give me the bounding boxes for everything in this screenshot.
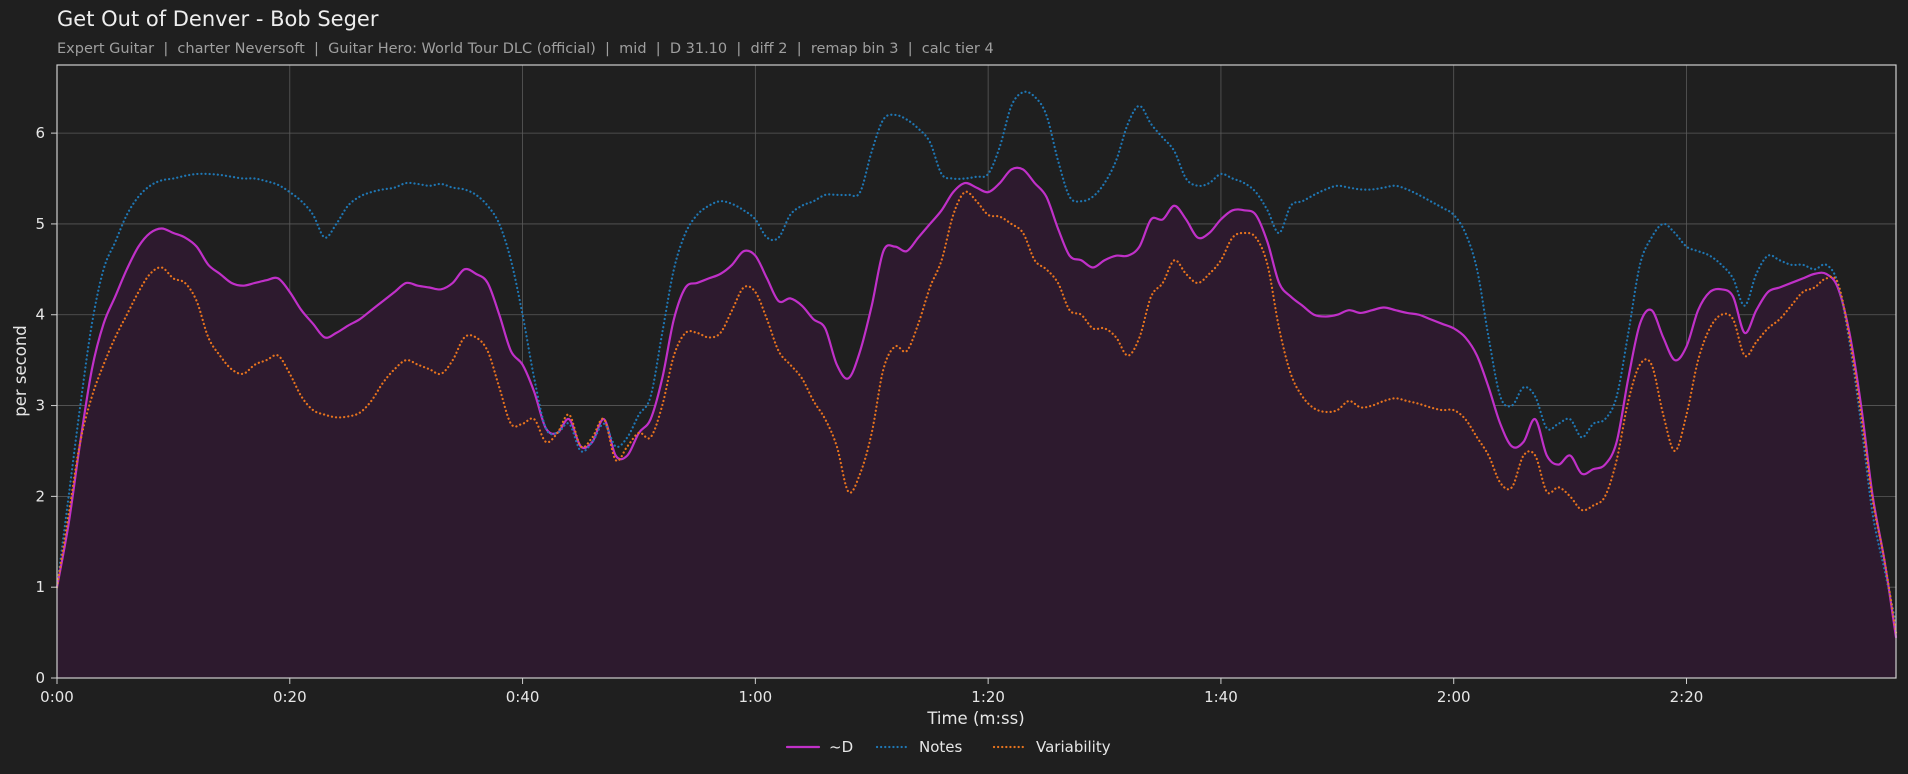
legend-label: Notes: [919, 738, 963, 756]
x-tick-label: 1:20: [971, 688, 1005, 706]
x-tick-label: 1:40: [1204, 688, 1238, 706]
y-tick-label: 5: [35, 215, 45, 233]
x-axis-label: Time (m:ss): [926, 709, 1024, 728]
x-tick-label: 0:40: [506, 688, 540, 706]
y-axis-ticks: 0 1 2 3 4 5 6: [35, 124, 57, 687]
y-tick-label: 2: [35, 487, 45, 505]
legend-label: ~D: [829, 738, 853, 756]
y-tick-label: 4: [35, 306, 45, 324]
x-tick-label: 0:00: [40, 688, 74, 706]
x-tick-label: 0:20: [273, 688, 307, 706]
x-tick-label: 2:20: [1670, 688, 1704, 706]
x-tick-label: 1:00: [739, 688, 773, 706]
y-tick-label: 1: [35, 578, 45, 596]
y-tick-label: 3: [35, 397, 45, 415]
y-axis-label: per second: [11, 325, 30, 417]
legend-label: Variability: [1036, 738, 1111, 756]
x-tick-label: 2:00: [1437, 688, 1471, 706]
y-tick-label: 0: [35, 669, 45, 687]
legend: ~D Notes Variability: [785, 738, 1111, 756]
line-chart: 0:00 0:20 0:40 1:00 1:20 1:40 2:00 2:20 0 1 2 3 4 5 6…: [11, 64, 1898, 756]
y-tick-label: 6: [35, 124, 45, 142]
x-axis-ticks: 0:00 0:20 0:40 1:00 1:20 1:40 2:00 2:20: [40, 678, 1703, 706]
